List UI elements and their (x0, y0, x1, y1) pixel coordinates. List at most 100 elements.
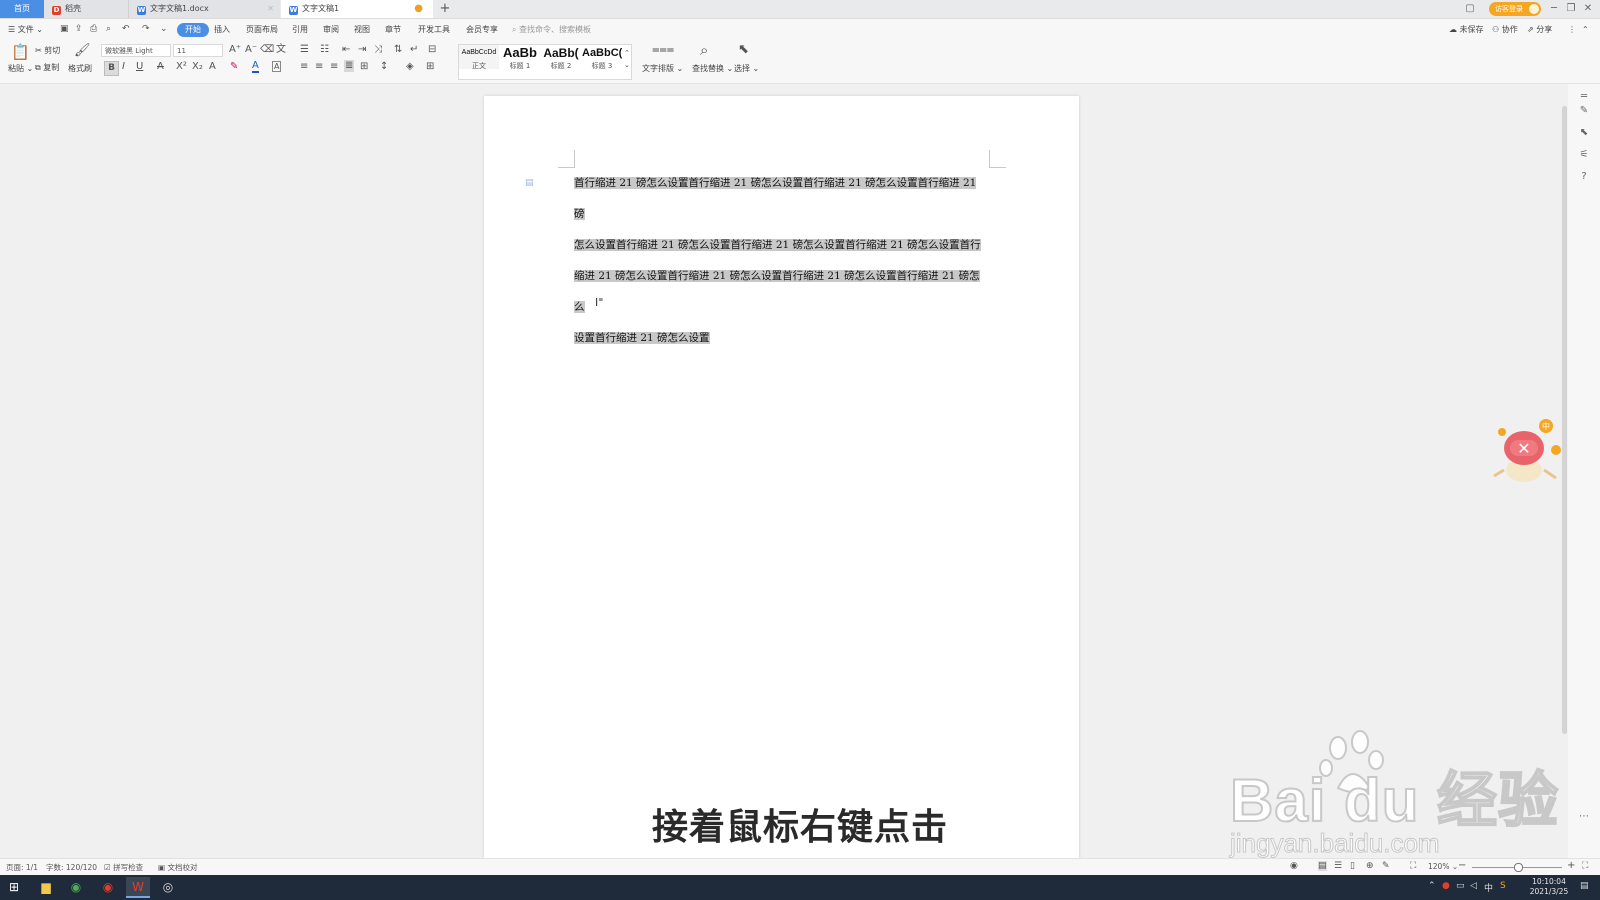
text-effect-icon[interactable]: A (209, 61, 216, 73)
shading-icon[interactable]: ◈ (406, 61, 414, 73)
save-icon[interactable]: ▣ (60, 23, 69, 35)
style-heading-2[interactable]: AaBb( 标题 2 (541, 45, 581, 69)
more-options-icon[interactable]: ⋮ (1568, 23, 1576, 37)
redo-icon[interactable]: ↷ (142, 23, 150, 35)
align-right-icon[interactable]: ≡ (330, 61, 338, 73)
borders-icon[interactable]: ⊞ (426, 61, 434, 73)
find-replace-button[interactable]: 查找替换 ⌄ (692, 63, 733, 74)
quick-access-dropdown-icon[interactable]: ⌄ (160, 23, 168, 35)
bold-icon[interactable]: B (104, 61, 119, 76)
adjust-settings-icon[interactable]: ⚟ (1577, 148, 1591, 162)
ime-indicator[interactable]: 中 (1484, 881, 1493, 894)
tab-home[interactable]: 首页 (0, 0, 44, 18)
font-size-select[interactable]: 11 (173, 44, 223, 57)
file-menu[interactable]: ☰ 文件 ⌄ (8, 23, 43, 37)
tab-document-active[interactable]: W 文字文稿1 ● (281, 0, 433, 18)
login-button[interactable]: 访客登录 (1489, 2, 1541, 16)
shrink-font-icon[interactable]: A⁻ (245, 44, 257, 56)
increase-indent-icon[interactable]: ⇥ (358, 44, 366, 56)
decrease-indent-icon[interactable]: ⇤ (342, 44, 350, 56)
help-icon[interactable]: ? (1577, 170, 1591, 184)
clear-format-icon[interactable]: ⌫ (260, 44, 274, 56)
browser-icon[interactable]: ◉ (96, 877, 120, 898)
edit-pen-icon[interactable]: ✎ (1577, 104, 1591, 118)
highlight-icon[interactable]: ✎ (230, 61, 238, 73)
menu-reference[interactable]: 引用 (292, 23, 308, 37)
minimize-icon[interactable]: ─ (1546, 0, 1562, 18)
undo-icon[interactable]: ↶ (122, 23, 130, 35)
zoom-out-icon[interactable]: − (1458, 860, 1466, 871)
word-count[interactable]: 字数: 120/120 (46, 862, 97, 873)
command-search[interactable]: ⌕ 查找命令、搜索模板 (512, 23, 591, 37)
text-layout-button[interactable]: 文字排版 ⌄ (642, 63, 683, 74)
print-preview-icon[interactable]: ⌕ (106, 23, 111, 35)
vertical-scrollbar[interactable] (1561, 84, 1568, 858)
style-normal[interactable]: AaBbCcDd 正文 (459, 45, 499, 69)
tab-document-docx[interactable]: W 文字文稿1.docx ✕ (128, 0, 280, 18)
sort-icon[interactable]: ⇅ (394, 44, 402, 56)
strikethrough-icon[interactable]: A (157, 61, 164, 73)
zoom-level[interactable]: 120% ⌄ (1428, 862, 1458, 871)
show-marks-icon[interactable]: ↵ (410, 44, 418, 56)
share-button[interactable]: ⇗ 分享 (1527, 23, 1552, 37)
select-cursor-icon[interactable]: ⬉ (738, 43, 749, 57)
menu-developer[interactable]: 开发工具 (418, 23, 450, 37)
recorder-app-icon[interactable]: ◎ (156, 877, 180, 898)
close-window-icon[interactable]: ✕ (1580, 0, 1596, 18)
font-name-select[interactable]: 微软雅黑 Light (101, 44, 171, 57)
fullscreen-icon[interactable]: ⛶ (1582, 861, 1588, 871)
format-painter-icon[interactable]: 🖌 (74, 44, 91, 58)
collab-button[interactable]: ⚇ 协作 (1492, 23, 1518, 37)
format-painter-button[interactable]: 格式刷 (68, 63, 92, 74)
copy-button[interactable]: ⧉ 复制 (35, 62, 59, 73)
page-view-icon[interactable]: ▤ (1318, 861, 1327, 871)
mascot-assistant-icon[interactable]: ✕ 中 (1490, 418, 1562, 488)
phonetic-icon[interactable]: 文 (276, 44, 286, 56)
reading-view-icon[interactable]: ▯ (1350, 861, 1355, 871)
document-body[interactable]: 首行缩进 21 磅怎么设置首行缩进 21 磅怎么设置首行缩进 21 磅怎么设置首… (574, 168, 990, 354)
cut-button[interactable]: ✂ 剪切 (35, 45, 60, 56)
notification-icon[interactable]: ▤ (1580, 881, 1589, 891)
scrollbar-thumb[interactable] (1562, 106, 1567, 734)
print-icon[interactable]: ⎙ (90, 23, 97, 35)
italic-icon[interactable]: I (122, 61, 125, 73)
outline-view-icon[interactable]: ☰ (1334, 861, 1342, 871)
new-tab-button[interactable]: + (438, 0, 452, 18)
align-center-icon[interactable]: ≡ (315, 61, 323, 73)
export-icon[interactable]: ⇪ (75, 23, 83, 35)
select-pointer-icon[interactable]: ⬉ (1577, 126, 1591, 140)
fit-page-icon[interactable]: ⛶ (1410, 861, 1416, 871)
styles-more-icon[interactable]: ⌃ ⌄ (624, 47, 630, 71)
windows-start-icon[interactable]: ⊞ (2, 877, 26, 898)
menu-view[interactable]: 视图 (354, 23, 370, 37)
chinese-layout-icon[interactable]: ⤨ (374, 44, 382, 56)
tab-docer[interactable]: D 稻壳 (44, 0, 128, 18)
style-heading-3[interactable]: AaBbC( 标题 3 (582, 45, 622, 69)
system-clock[interactable]: 10:10:04 2021/3/25 (1525, 877, 1573, 897)
char-border-icon[interactable]: A (272, 61, 282, 72)
tray-expand-icon[interactable]: ⌃ (1428, 881, 1436, 891)
collapse-ribbon-icon[interactable]: ⌃ (1582, 23, 1589, 37)
select-button[interactable]: 选择 ⌄ (734, 63, 759, 74)
paste-icon[interactable]: 📋 (11, 44, 30, 60)
restore-icon[interactable]: ❐ (1563, 0, 1579, 18)
window-layout-icon[interactable]: ▢ (1462, 0, 1478, 18)
eye-protect-icon[interactable]: ◉ (1290, 861, 1298, 871)
distributed-align-icon[interactable]: ⊞ (360, 61, 368, 73)
menu-member[interactable]: 会员专享 (466, 23, 498, 37)
text-layout-icon[interactable]: ⩶ (652, 43, 674, 57)
align-left-icon[interactable]: ≡ (300, 61, 308, 73)
write-mode-icon[interactable]: ✎ (1382, 861, 1390, 871)
spell-check-toggle[interactable]: ☑ 拼写检查 (104, 862, 143, 873)
page-count[interactable]: 页面: 1/1 (6, 862, 38, 873)
tray-app-icon[interactable]: ● (1442, 881, 1450, 891)
volume-icon[interactable]: ◁ (1470, 881, 1477, 891)
underline-icon[interactable]: U (136, 61, 143, 73)
subscript-icon[interactable]: X₂ (192, 61, 203, 73)
chrome-icon[interactable]: ◉ (64, 877, 88, 898)
network-icon[interactable]: ▭ (1456, 881, 1465, 891)
wps-office-icon[interactable]: W (126, 877, 150, 898)
web-view-icon[interactable]: ⊕ (1366, 861, 1374, 871)
unsaved-status[interactable]: ☁ 未保存 (1449, 23, 1484, 37)
align-justify-icon[interactable]: ≣ (344, 60, 355, 72)
